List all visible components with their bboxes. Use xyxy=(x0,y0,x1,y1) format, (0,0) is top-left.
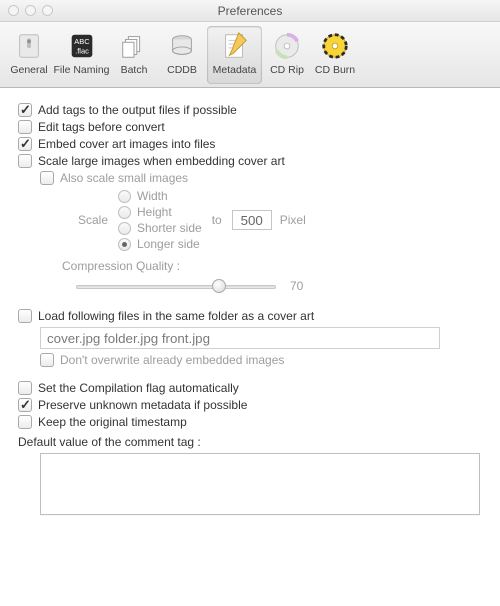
chk-keep-ts[interactable] xyxy=(18,415,32,429)
tab-label: Metadata xyxy=(213,64,257,76)
compression-quality-slider[interactable] xyxy=(76,277,276,295)
tab-label: CD Burn xyxy=(315,64,355,76)
general-icon xyxy=(13,30,45,62)
lbl-keep-ts: Keep the original timestamp xyxy=(38,415,187,429)
tab-general[interactable]: General xyxy=(6,26,52,84)
tab-cd-rip[interactable]: CD Rip xyxy=(264,26,310,84)
to-label: to xyxy=(212,213,222,227)
pixel-label: Pixel xyxy=(280,213,306,227)
lbl-dont-overwrite: Don't overwrite already embedded images xyxy=(60,353,284,367)
lbl-also-small: Also scale small images xyxy=(60,171,188,185)
tab-label: CD Rip xyxy=(270,64,304,76)
svg-text:.flac: .flac xyxy=(75,47,89,56)
radio-shorter-label: Shorter side xyxy=(137,221,202,235)
radio-longer[interactable] xyxy=(118,238,131,251)
window-title: Preferences xyxy=(218,4,283,18)
lbl-preserve-meta: Preserve unknown metadata if possible xyxy=(38,398,247,412)
chk-load-cover[interactable] xyxy=(18,309,32,323)
tab-label: Batch xyxy=(121,64,148,76)
chk-add-tags[interactable] xyxy=(18,103,32,117)
tab-metadata[interactable]: Metadata xyxy=(207,26,262,84)
content: Add tags to the output files if possible… xyxy=(0,88,500,515)
cover-files-input[interactable] xyxy=(40,327,440,349)
lbl-compilation: Set the Compilation flag automatically xyxy=(38,381,239,395)
lbl-edit-tags: Edit tags before convert xyxy=(38,120,165,134)
close-dot[interactable] xyxy=(8,5,19,16)
titlebar: Preferences xyxy=(0,0,500,22)
zoom-dot[interactable] xyxy=(42,5,53,16)
tab-file-naming[interactable]: ABC.flac File Naming xyxy=(54,26,109,84)
radio-height[interactable] xyxy=(118,206,131,219)
chk-also-small[interactable] xyxy=(40,171,54,185)
tab-label: File Naming xyxy=(53,64,109,76)
chk-scale-large[interactable] xyxy=(18,154,32,168)
compression-quality-value: 70 xyxy=(290,279,303,293)
radio-width-label: Width xyxy=(137,189,168,203)
file-naming-icon: ABC.flac xyxy=(66,30,98,62)
tab-cd-burn[interactable]: CD Burn xyxy=(312,26,358,84)
radio-height-label: Height xyxy=(137,205,172,219)
scale-label: Scale xyxy=(62,213,108,227)
cd-burn-icon xyxy=(319,30,351,62)
lbl-load-cover: Load following files in the same folder … xyxy=(38,309,314,323)
cddb-icon xyxy=(166,30,198,62)
chk-compilation[interactable] xyxy=(18,381,32,395)
chk-preserve-meta[interactable] xyxy=(18,398,32,412)
toolbar: General ABC.flac File Naming Batch CDDB … xyxy=(0,22,500,88)
batch-icon xyxy=(118,30,150,62)
cd-rip-icon xyxy=(271,30,303,62)
lbl-embed-cover: Embed cover art images into files xyxy=(38,137,215,151)
radio-longer-label: Longer side xyxy=(137,237,200,251)
tab-cddb[interactable]: CDDB xyxy=(159,26,205,84)
chk-edit-tags[interactable] xyxy=(18,120,32,134)
chk-dont-overwrite[interactable] xyxy=(40,353,54,367)
lbl-scale-large: Scale large images when embedding cover … xyxy=(38,154,285,168)
tab-batch[interactable]: Batch xyxy=(111,26,157,84)
tab-label: CDDB xyxy=(167,64,197,76)
traffic-lights xyxy=(8,5,53,16)
tab-label: General xyxy=(10,64,47,76)
compression-quality-label: Compression Quality : xyxy=(62,259,482,273)
lbl-add-tags: Add tags to the output files if possible xyxy=(38,103,237,117)
comment-textarea[interactable] xyxy=(40,453,480,515)
radio-width[interactable] xyxy=(118,190,131,203)
radio-shorter[interactable] xyxy=(118,222,131,235)
svg-text:ABC: ABC xyxy=(74,37,90,46)
chk-embed-cover[interactable] xyxy=(18,137,32,151)
minimize-dot[interactable] xyxy=(25,5,36,16)
comment-label: Default value of the comment tag : xyxy=(18,435,482,449)
scale-pixel-input[interactable] xyxy=(232,210,272,230)
metadata-icon xyxy=(219,30,251,62)
